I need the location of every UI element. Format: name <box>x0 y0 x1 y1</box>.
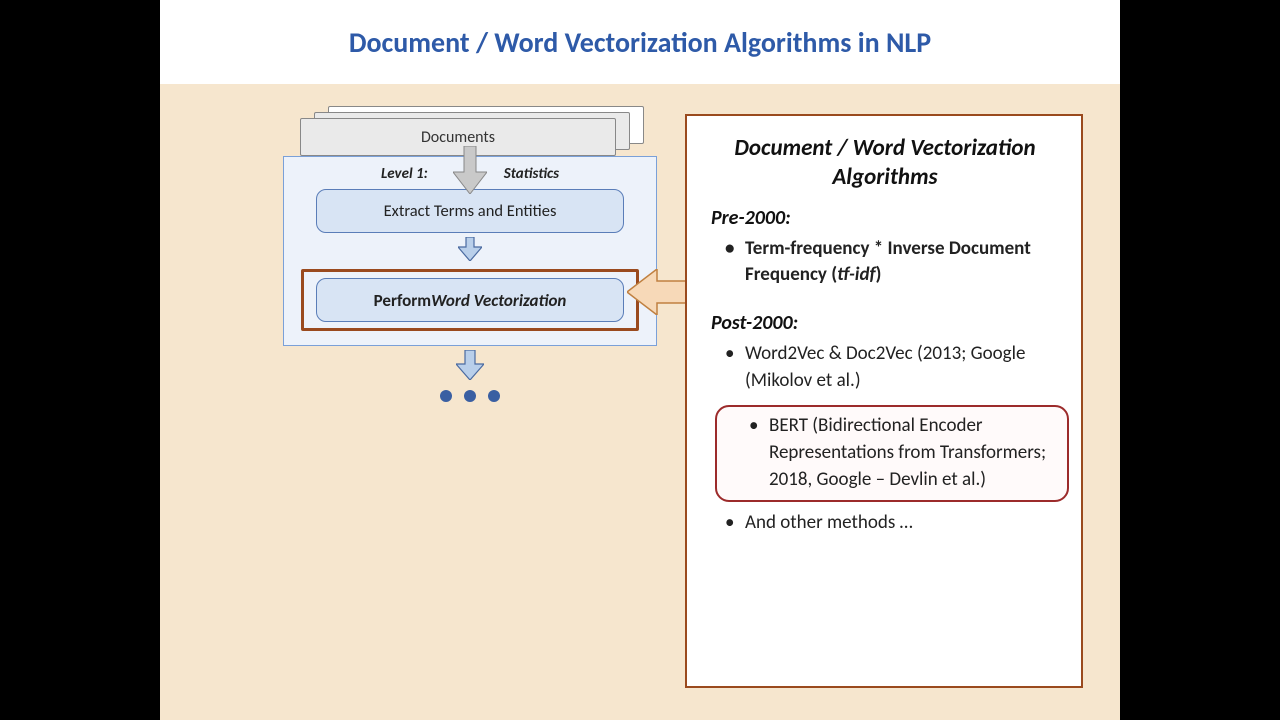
post-2000-list: Word2Vec & Doc2Vec (2013; Google (Mikolo… <box>707 341 1063 537</box>
algorithms-panel: Document / Word Vectorization Algorithms… <box>685 114 1083 688</box>
level-label-left: Level 1: <box>381 165 428 183</box>
arrow-down-icon <box>453 146 487 194</box>
highlight-bert: BERT (Bidirectional Encoder Representati… <box>715 405 1069 502</box>
arrow-down-after-icon <box>275 350 665 380</box>
step-word-vectorization: Perform Word Vectorization <box>316 278 624 322</box>
slide: Document / Word Vectorization Algorithms… <box>160 0 1120 720</box>
continuation-dots <box>275 388 665 407</box>
list-item-bert: BERT (Bidirectional Encoder Representati… <box>753 413 1061 494</box>
section-post-2000: Post-2000: <box>711 311 1063 335</box>
dot-icon <box>464 390 476 402</box>
step2-prefix: Perform <box>374 290 432 311</box>
list-item-other: And other methods … <box>729 510 1063 537</box>
documents-stack: Documents <box>300 106 640 150</box>
dot-icon <box>488 390 500 402</box>
documents-label: Documents <box>421 128 495 147</box>
tfidf-text: Term-frequency * Inverse Document Freque… <box>745 237 1031 287</box>
title-band: Document / Word Vectorization Algorithms… <box>160 0 1120 84</box>
tfidf-close: ) <box>876 263 882 286</box>
pre-2000-list: Term-frequency * Inverse Document Freque… <box>707 236 1063 290</box>
dot-icon <box>440 390 452 402</box>
section-pre-2000: Pre-2000: <box>711 206 1063 230</box>
list-item-word2vec: Word2Vec & Doc2Vec (2013; Google (Mikolo… <box>729 341 1063 395</box>
arrow-down-small-icon <box>284 237 656 261</box>
tfidf-abbr: tf-idf <box>837 263 875 286</box>
list-item-tfidf: Term-frequency * Inverse Document Freque… <box>729 236 1063 290</box>
body-area: Documents Level 1: Statistics Extract Te… <box>160 84 1120 720</box>
step-word-vectorization-highlight: Perform Word Vectorization <box>301 269 639 331</box>
flowchart: Documents Level 1: Statistics Extract Te… <box>275 106 665 407</box>
page-title: Document / Word Vectorization Algorithms… <box>349 25 931 60</box>
step-extract-terms-label: Extract Terms and Entities <box>384 201 557 221</box>
step-extract-terms: Extract Terms and Entities <box>316 189 624 233</box>
level-label-right: Statistics <box>504 165 559 183</box>
panel-heading: Document / Word Vectorization Algorithms <box>707 134 1063 192</box>
step2-em: Word Vectorization <box>431 290 566 311</box>
